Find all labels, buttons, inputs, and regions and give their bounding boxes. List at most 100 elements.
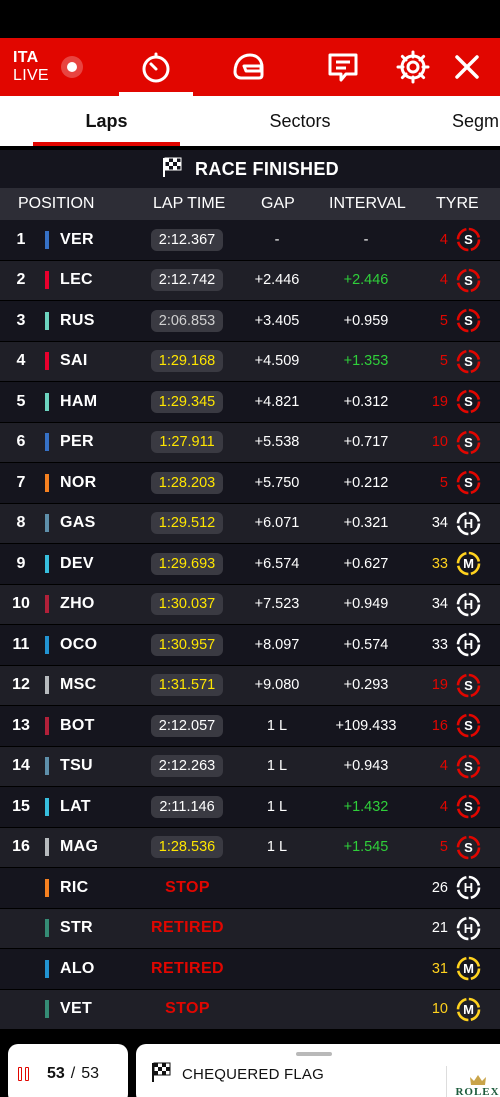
table-row[interactable]: 13 BOT 2:12.057 1 L +109.433 16 S — [0, 706, 500, 747]
close-icon[interactable] — [448, 49, 486, 85]
lap-time: 2:12.263 — [151, 755, 223, 778]
team-color-bar — [45, 433, 49, 452]
table-row[interactable]: 2 LEC 2:12.742 +2.446 +2.446 4 S — [0, 260, 500, 301]
lap-counter[interactable]: 53 / 53 — [8, 1044, 128, 1097]
drag-handle[interactable] — [296, 1052, 332, 1056]
gear-icon[interactable] — [394, 49, 432, 85]
col-tyre[interactable]: TYRE — [436, 195, 479, 213]
total-laps: 53 — [81, 1065, 100, 1082]
chat-icon[interactable] — [324, 49, 362, 85]
chequered-flag-icon — [150, 1061, 174, 1087]
table-row[interactable]: 6 PER 1:27.911 +5.538 +0.717 10 S — [0, 422, 500, 463]
tyre-compound: M — [463, 961, 474, 976]
tyre-laps: 5 — [439, 839, 448, 856]
active-tab-indicator — [33, 142, 180, 146]
helmet-icon[interactable] — [229, 49, 267, 85]
tyre-compound: H — [464, 516, 473, 531]
tyre-compound: H — [464, 921, 473, 936]
col-interval[interactable]: INTERVAL — [329, 195, 406, 213]
driver-status: RETIRED — [150, 919, 225, 937]
lap-time: 1:29.693 — [151, 552, 223, 575]
driver-code: NOR — [60, 473, 97, 491]
gap-value: +4.821 — [254, 393, 300, 410]
view-tabs: Laps Sectors Segm — [0, 96, 500, 146]
table-row[interactable]: ALO RETIRED 31 M — [0, 949, 500, 990]
tyre-compound: S — [464, 718, 473, 733]
system-status-bar — [0, 0, 500, 38]
tyre-compound: S — [464, 840, 473, 855]
race-status-banner: RACE FINISHED — [0, 150, 500, 188]
table-row[interactable]: 1 VER 2:12.367 - - 4 S — [0, 220, 500, 261]
tyre-compound: M — [463, 556, 474, 571]
tyre-laps: 34 — [431, 515, 448, 532]
table-row[interactable]: 4 SAI 1:29.168 +4.509 +1.353 5 S — [0, 341, 500, 382]
interval-value: +1.432 — [343, 798, 389, 815]
position: 16 — [12, 838, 30, 856]
driver-code: STR — [60, 919, 93, 937]
team-color-bar — [45, 311, 49, 330]
position: 7 — [16, 473, 26, 491]
interval-value: +0.312 — [343, 393, 389, 410]
gap-value: +6.574 — [254, 555, 300, 572]
team-color-bar — [45, 959, 49, 978]
tab-laps[interactable]: Laps — [33, 96, 180, 146]
soft-tyre-icon: S — [456, 349, 481, 374]
tab-segments[interactable]: Segm — [440, 96, 500, 146]
gap-value: 1 L — [266, 839, 288, 856]
driver-code: VET — [60, 1000, 93, 1018]
table-row[interactable]: 8 GAS 1:29.512 +6.071 +0.321 34 H — [0, 503, 500, 544]
live-session-indicator[interactable]: ITA LIVE — [0, 49, 100, 85]
tyre-compound: S — [464, 313, 473, 328]
driver-status: STOP — [165, 878, 210, 896]
gap-value: 1 L — [266, 717, 288, 734]
position: 13 — [12, 716, 30, 734]
table-row[interactable]: 9 DEV 1:29.693 +6.574 +0.627 33 M — [0, 544, 500, 585]
table-row[interactable]: RIC STOP 26 H — [0, 868, 500, 909]
tyre-compound: S — [464, 232, 473, 247]
table-row[interactable]: STR RETIRED 21 H — [0, 908, 500, 949]
col-lap-time[interactable]: LAP TIME — [153, 195, 225, 213]
team-color-bar — [45, 716, 49, 735]
lap-separator: / — [70, 1065, 76, 1082]
soft-tyre-icon: S — [456, 227, 481, 252]
soft-tyre-icon: S — [456, 308, 481, 333]
timer-icon[interactable] — [119, 49, 193, 96]
table-row[interactable]: 3 RUS 2:06.853 +3.405 +0.959 5 S — [0, 301, 500, 342]
table-row[interactable]: 15 LAT 2:11.146 1 L +1.432 4 S — [0, 787, 500, 828]
lap-time: 1:29.168 — [151, 350, 223, 373]
tyre-compound: S — [464, 273, 473, 288]
position: 4 — [16, 352, 26, 370]
driver-status: STOP — [165, 1000, 210, 1018]
col-position[interactable]: POSITION — [18, 195, 94, 213]
col-gap[interactable]: GAP — [261, 195, 295, 213]
table-row[interactable]: 10 ZHO 1:30.037 +7.523 +0.949 34 H — [0, 584, 500, 625]
table-row[interactable]: 7 NOR 1:28.203 +5.750 +0.212 5 S — [0, 463, 500, 504]
position: 6 — [16, 433, 26, 451]
tyre-compound: S — [464, 678, 473, 693]
tyre-laps: 4 — [439, 272, 448, 289]
team-color-bar — [45, 554, 49, 573]
tyre-laps: 4 — [439, 231, 448, 248]
soft-tyre-icon: S — [456, 835, 481, 860]
tyre-laps: 10 — [431, 1001, 448, 1018]
lap-time: 2:12.742 — [151, 269, 223, 292]
tyre-compound: H — [464, 880, 473, 895]
lap-time: 1:29.345 — [151, 390, 223, 413]
tyre-laps: 16 — [431, 717, 448, 734]
tab-sectors[interactable]: Sectors — [225, 96, 375, 146]
table-row[interactable]: VET STOP 10 M — [0, 989, 500, 1030]
driver-code: PER — [60, 433, 94, 451]
position: 1 — [16, 230, 26, 248]
gap-value: 1 L — [266, 798, 288, 815]
table-row[interactable]: 5 HAM 1:29.345 +4.821 +0.312 19 S — [0, 382, 500, 423]
tyre-laps: 5 — [439, 353, 448, 370]
tyre-laps: 19 — [431, 393, 448, 410]
table-row[interactable]: 12 MSC 1:31.571 +9.080 +0.293 19 S — [0, 665, 500, 706]
table-row[interactable]: 16 MAG 1:28.536 1 L +1.545 5 S — [0, 827, 500, 868]
table-row[interactable]: 14 TSU 2:12.263 1 L +0.943 4 S — [0, 746, 500, 787]
current-lap: 53 — [47, 1065, 65, 1082]
position: 9 — [16, 554, 26, 572]
team-color-bar — [45, 473, 49, 492]
gap-value: +3.405 — [254, 312, 300, 329]
table-row[interactable]: 11 OCO 1:30.957 +8.097 +0.574 33 H — [0, 625, 500, 666]
